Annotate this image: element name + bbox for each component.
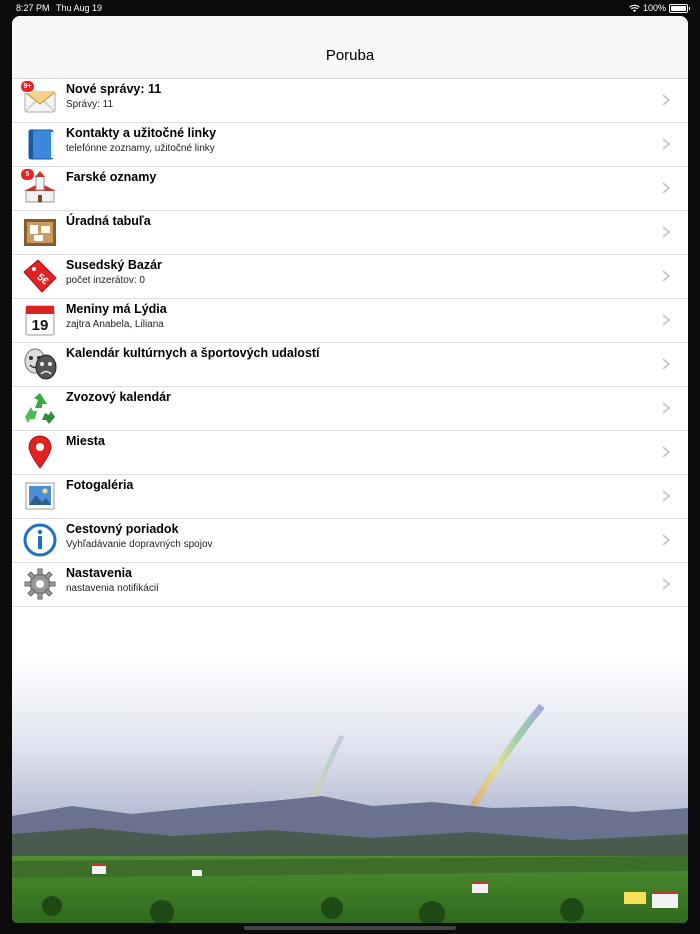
info-icon [22, 522, 58, 558]
row-subtitle: Správy: 11 [66, 99, 114, 110]
row-title: Farské oznamy [66, 170, 157, 184]
status-indicators: 100% [629, 1, 690, 15]
chevron-right-icon [662, 314, 671, 326]
bulletin-board-icon [22, 214, 58, 250]
row-title: Miesta [66, 434, 105, 448]
chevron-right-icon [662, 534, 671, 546]
menu-row-events-calendar[interactable]: Kalendár kultúrnych a športových udalost… [12, 343, 688, 387]
row-title: Nastavenia [66, 566, 133, 580]
theater-masks-icon [22, 346, 58, 382]
row-title: Fotogaléria [66, 478, 134, 492]
calendar-day: 19 [32, 317, 49, 334]
chevron-right-icon [662, 270, 671, 282]
row-title: Meniny má Lýdia [66, 302, 167, 316]
menu-row-settings[interactable]: Nastavenia nastavenia notifikácií [12, 563, 688, 607]
row-title: Kontakty a užitočné linky [66, 126, 217, 140]
row-title: Nové správy: 11 [66, 82, 162, 96]
chevron-right-icon [662, 358, 671, 370]
background-landscape-image [12, 656, 688, 923]
calendar-icon: 19 [22, 302, 58, 338]
row-title: Cestovný poriadok [66, 522, 179, 536]
menu-row-parish-announcements[interactable]: 5 Farské oznamy [12, 167, 688, 211]
price-tag-icon: 5€ [22, 258, 58, 294]
status-time: 8:27 PM [16, 3, 50, 13]
chevron-right-icon [662, 578, 671, 590]
gear-icon [22, 566, 58, 602]
menu-row-bazaar[interactable]: 5€ Susedský Bazár počet inzerátov: 0 [12, 255, 688, 299]
recycle-icon [22, 390, 58, 426]
status-bar: 8:27 PM Thu Aug 19 100% [0, 0, 700, 16]
photo-icon [22, 478, 58, 514]
menu-row-places[interactable]: Miesta [12, 431, 688, 475]
menu-row-contacts[interactable]: Kontakty a užitočné linky telefónne zozn… [12, 123, 688, 167]
chevron-right-icon [662, 182, 671, 194]
menu-row-name-days[interactable]: 19 Meniny má Lýdia zajtra Anabela, Lilia… [12, 299, 688, 343]
menu-row-photo-gallery[interactable]: Fotogaléria [12, 475, 688, 519]
unread-badge: 9+ [20, 80, 35, 93]
home-indicator[interactable] [244, 926, 456, 930]
row-subtitle: počet inzerátov: 0 [66, 275, 145, 286]
page-title: Poruba [325, 47, 375, 64]
chevron-right-icon [662, 446, 671, 458]
map-pin-icon [22, 434, 58, 470]
church-icon: 5 [20, 168, 58, 206]
chevron-right-icon [662, 226, 671, 238]
navigation-bar: Poruba [12, 16, 688, 79]
app-screen: Poruba 9+ Nové správy: 11 Správy: 11 Kon… [12, 16, 688, 923]
row-title: Susedský Bazár [66, 258, 162, 272]
menu-list: 9+ Nové správy: 11 Správy: 11 Kontakty a… [12, 79, 688, 607]
row-subtitle: nastavenia notifikácií [66, 583, 159, 594]
battery-percent: 100% [642, 3, 666, 13]
chevron-right-icon [662, 94, 671, 106]
chevron-right-icon [662, 490, 671, 502]
row-subtitle: zajtra Anabela, Liliana [66, 319, 164, 330]
chevron-right-icon [662, 138, 671, 150]
wifi-icon [629, 4, 640, 12]
menu-row-messages[interactable]: 9+ Nové správy: 11 Správy: 11 [12, 79, 688, 123]
row-title: Úradná tabuľa [66, 214, 151, 228]
unread-badge: 5 [20, 168, 35, 181]
row-title: Kalendár kultúrnych a športových udalost… [66, 346, 320, 360]
row-title: Zvozový kalendár [66, 390, 171, 404]
menu-row-notice-board[interactable]: Úradná tabuľa [12, 211, 688, 255]
row-subtitle: Vyhľadávanie dopravných spojov [66, 539, 213, 550]
book-icon [22, 126, 58, 162]
menu-row-waste-calendar[interactable]: Zvozový kalendár [12, 387, 688, 431]
chevron-right-icon [662, 402, 671, 414]
row-subtitle: telefónne zoznamy, užitočné linky [66, 143, 215, 154]
battery-icon [669, 3, 688, 13]
envelope-icon: 9+ [20, 80, 58, 118]
menu-row-timetable[interactable]: Cestovný poriadok Vyhľadávanie dopravnýc… [12, 519, 688, 563]
status-date: Thu Aug 19 [56, 3, 103, 13]
